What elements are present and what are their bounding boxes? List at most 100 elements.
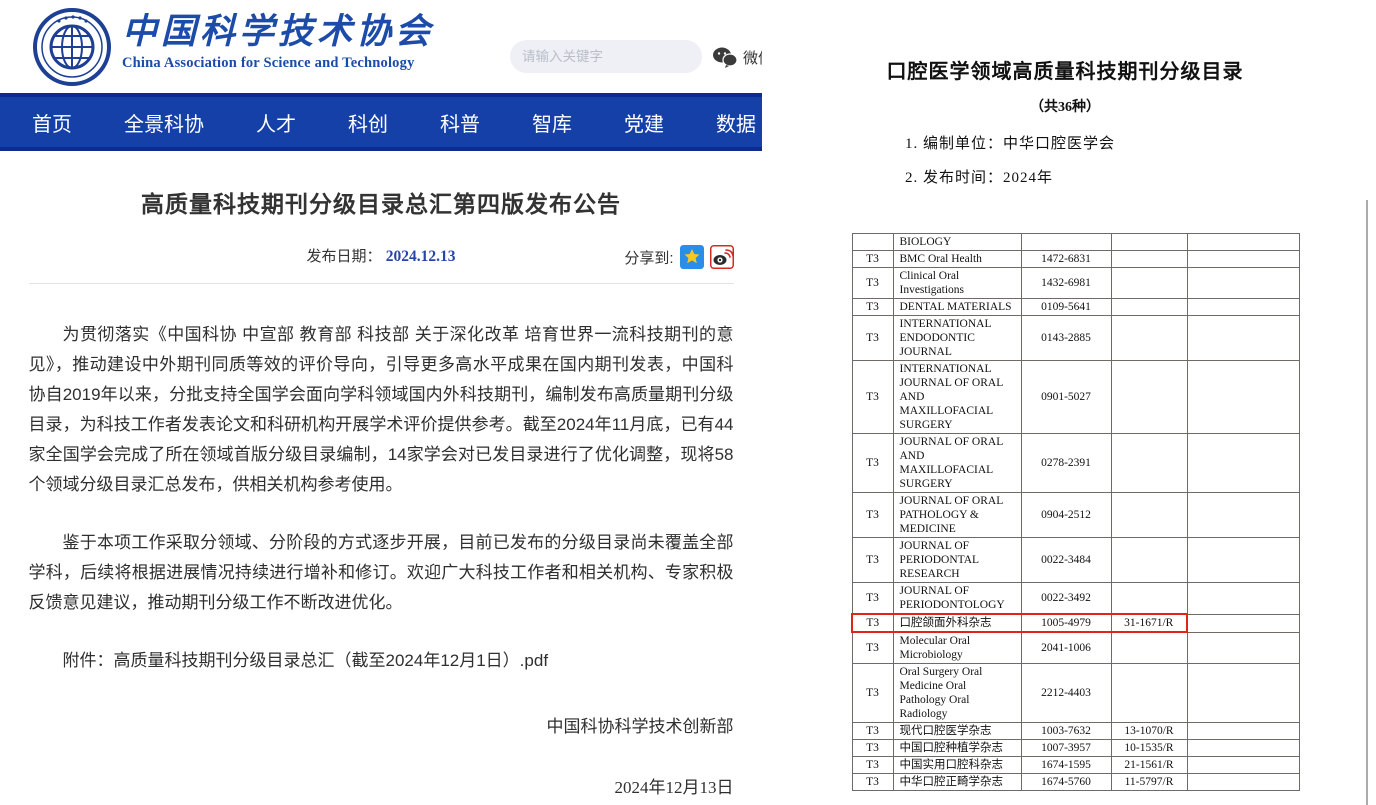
wechat-label: 微信 [743,47,762,68]
nav-item-1[interactable]: 首页 [32,108,72,137]
search-input[interactable] [522,49,699,64]
issue-date: 2024年12月13日 [29,773,734,798]
journal-name-cell: DENTAL MATERIALS [893,299,1021,316]
table-row: T3中华口腔正畸学杂志1674-576011-5797/R [852,774,1299,791]
extra-cell [1187,614,1299,632]
meta-divider [29,283,734,284]
journal-name-cell: Clinical Oral Investigations [893,268,1021,299]
extra-cell [1187,493,1299,538]
journal-name-cell: JOURNAL OF PERIODONTAL RESEARCH [893,538,1021,583]
doc-meta-list: 1. 编制单位：中华口腔医学会2. 发布时间：2024年 [905,132,1310,187]
issn-cell: 1674-1595 [1021,757,1111,774]
wechat-entry[interactable]: 微信 [712,46,762,68]
doc-title: 口腔医学领域高质量科技期刊分级目录 [820,55,1310,84]
attachment-link[interactable]: 附件：高质量科技期刊分级目录总汇（截至2024年12月1日）.pdf [29,646,734,676]
cn-number-cell [1111,299,1187,316]
journal-name-cell: INTERNATIONAL JOURNAL OF ORAL AND MAXILL… [893,361,1021,434]
brand-subtitle-en: China Association for Science and Techno… [122,55,434,72]
cn-number-cell [1111,583,1187,615]
journal-name-cell: BIOLOGY [893,234,1021,251]
article-region: 高质量科技期刊分级目录总汇第四版发布公告 发布日期： 2024.12.13 分享… [29,151,734,798]
grade-cell: T3 [852,268,893,299]
qzone-share-icon[interactable] [680,245,704,269]
doc-subtitle: （共36种） [820,96,1310,116]
extra-cell [1187,774,1299,791]
table-row: T3JOURNAL OF PERIODONTOLOGY0022-3492 [852,583,1299,615]
issn-cell: 0904-2512 [1021,493,1111,538]
cast-emblem-logo [33,8,111,86]
table-row: T3现代口腔医学杂志1003-763213-1070/R [852,723,1299,740]
table-row: T3JOURNAL OF ORAL AND MAXILLOFACIAL SURG… [852,434,1299,493]
issn-cell: 0143-2885 [1021,316,1111,361]
cn-number-cell: 11-5797/R [1111,774,1187,791]
issn-cell: 1007-3957 [1021,740,1111,757]
table-row-highlighted: T3口腔颌面外科杂志1005-497931-1671/R [852,614,1299,632]
extra-cell [1187,538,1299,583]
nav-item-6[interactable]: 智库 [532,108,572,137]
publish-date-value: 2024.12.13 [386,248,456,265]
journal-name-cell: 现代口腔医学杂志 [893,723,1021,740]
journal-name-cell: JOURNAL OF PERIODONTOLOGY [893,583,1021,615]
grade-cell: T3 [852,757,893,774]
extra-cell [1187,740,1299,757]
cn-number-cell: 31-1671/R [1111,614,1187,632]
cn-number-cell: 13-1070/R [1111,723,1187,740]
article-body: 为贯彻落实《中国科协 中宣部 教育部 科技部 关于深化改革 培育世界一流科技期刊… [29,320,734,618]
nav-item-2[interactable]: 全景科协 [124,108,204,137]
extra-cell [1187,361,1299,434]
share-group: 分享到: [624,245,733,269]
weibo-share-icon[interactable] [710,245,734,269]
wechat-icon[interactable] [712,46,738,68]
cn-number-cell [1111,268,1187,299]
extra-cell [1187,268,1299,299]
issn-cell: 2041-1006 [1021,632,1111,664]
journal-name-cell: 口腔颌面外科杂志 [893,614,1021,632]
issn-cell: 2212-4403 [1021,664,1111,723]
search-box[interactable] [510,40,702,73]
nav-item-8[interactable]: 数据 [716,108,756,137]
issn-cell: 0022-3492 [1021,583,1111,615]
grade-cell: T3 [852,299,893,316]
grade-cell: T3 [852,361,893,434]
extra-cell [1187,723,1299,740]
body-paragraph: 为贯彻落实《中国科协 中宣部 教育部 科技部 关于深化改革 培育世界一流科技期刊… [29,320,734,500]
cn-number-cell [1111,361,1187,434]
viewer-scrollbar[interactable] [1366,200,1368,805]
issn-cell: 1472-6831 [1021,251,1111,268]
journal-name-cell: 中国实用口腔科杂志 [893,757,1021,774]
nav-item-7[interactable]: 党建 [624,108,664,137]
extra-cell [1187,434,1299,493]
share-label: 分享到: [624,247,673,268]
issn-cell: 0109-5641 [1021,299,1111,316]
brand-title-cn: 中国科学技术协会 [122,12,434,52]
cn-number-cell [1111,251,1187,268]
grade-cell: T3 [852,538,893,583]
issn-cell: 0022-3484 [1021,538,1111,583]
grade-cell: T3 [852,316,893,361]
issn-cell: 1674-5760 [1021,774,1111,791]
extra-cell [1187,299,1299,316]
nav-item-5[interactable]: 科普 [440,108,480,137]
extra-cell [1187,251,1299,268]
table-row: T3中国口腔种植学杂志1007-395710-1535/R [852,740,1299,757]
table-row: T3JOURNAL OF PERIODONTAL RESEARCH0022-34… [852,538,1299,583]
journal-grade-table: BIOLOGYT3BMC Oral Health1472-6831T3Clini… [851,233,1300,791]
table-row: T3DENTAL MATERIALS0109-5641 [852,299,1299,316]
cn-number-cell [1111,632,1187,664]
cn-number-cell: 10-1535/R [1111,740,1187,757]
nav-item-3[interactable]: 人才 [256,108,296,137]
table-row: T3BMC Oral Health1472-6831 [852,251,1299,268]
journal-catalog-document: 口腔医学领域高质量科技期刊分级目录 （共36种） 1. 编制单位：中华口腔医学会… [820,55,1310,200]
grade-cell [852,234,893,251]
table-row: T3INTERNATIONAL ENDODONTIC JOURNAL0143-2… [852,316,1299,361]
issuing-department: 中国科协科学技术创新部 [29,712,734,737]
site-header: 中国科学技术协会 China Association for Science a… [0,0,762,93]
issn-cell: 0901-5027 [1021,361,1111,434]
nav-item-4[interactable]: 科创 [348,108,388,137]
extra-cell [1187,234,1299,251]
table-row: T3Oral Surgery Oral Medicine Oral Pathol… [852,664,1299,723]
cn-number-cell [1111,316,1187,361]
journal-name-cell: BMC Oral Health [893,251,1021,268]
journal-name-cell: JOURNAL OF ORAL AND MAXILLOFACIAL SURGER… [893,434,1021,493]
grade-cell: T3 [852,774,893,791]
